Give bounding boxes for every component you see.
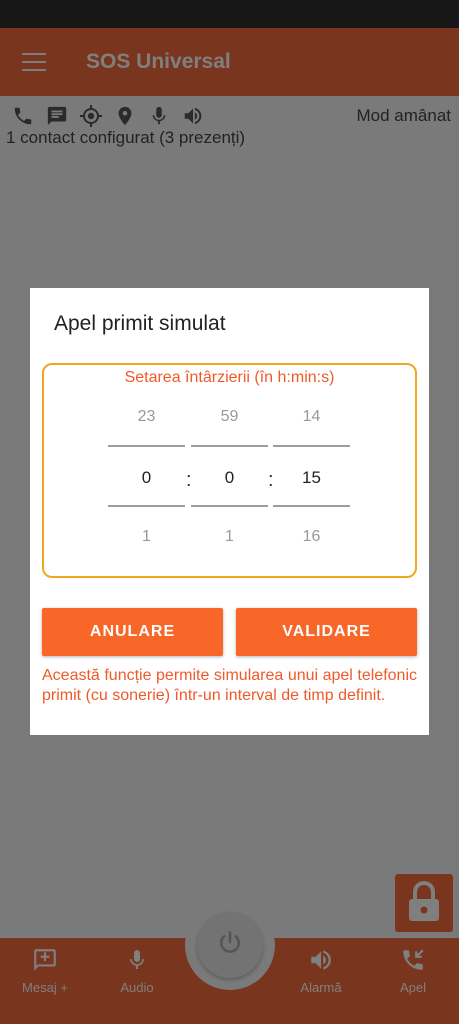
dialog-description: Această funcție permite simularea unui a… [42,667,417,704]
hours-line-top [108,445,185,447]
cancel-button[interactable]: ANULARE [42,608,223,656]
minutes-line-top [191,445,268,447]
seconds-value[interactable]: 15 [273,468,350,488]
seconds-next[interactable]: 16 [273,528,350,546]
minutes-line-bottom [191,505,268,507]
validate-button[interactable]: VALIDARE [236,608,417,656]
minutes-prev[interactable]: 59 [191,408,268,426]
delay-picker: Setarea întârzierii (în h:min:s) 23 0 1 … [42,363,417,578]
hours-line-bottom [108,505,185,507]
simulated-call-dialog: Apel primit simulat Setarea întârzierii … [30,288,429,735]
hours-picker[interactable]: 23 0 1 [108,365,185,575]
minutes-next[interactable]: 1 [191,528,268,546]
seconds-line-bottom [273,505,350,507]
hours-prev[interactable]: 23 [108,408,185,426]
seconds-picker[interactable]: 14 15 16 [273,365,350,575]
hours-next[interactable]: 1 [108,528,185,546]
dialog-title: Apel primit simulat [54,312,226,335]
minutes-value[interactable]: 0 [191,468,268,488]
minutes-picker[interactable]: 59 0 1 [191,365,268,575]
seconds-line-top [273,445,350,447]
hours-value[interactable]: 0 [108,468,185,488]
seconds-prev[interactable]: 14 [273,408,350,426]
